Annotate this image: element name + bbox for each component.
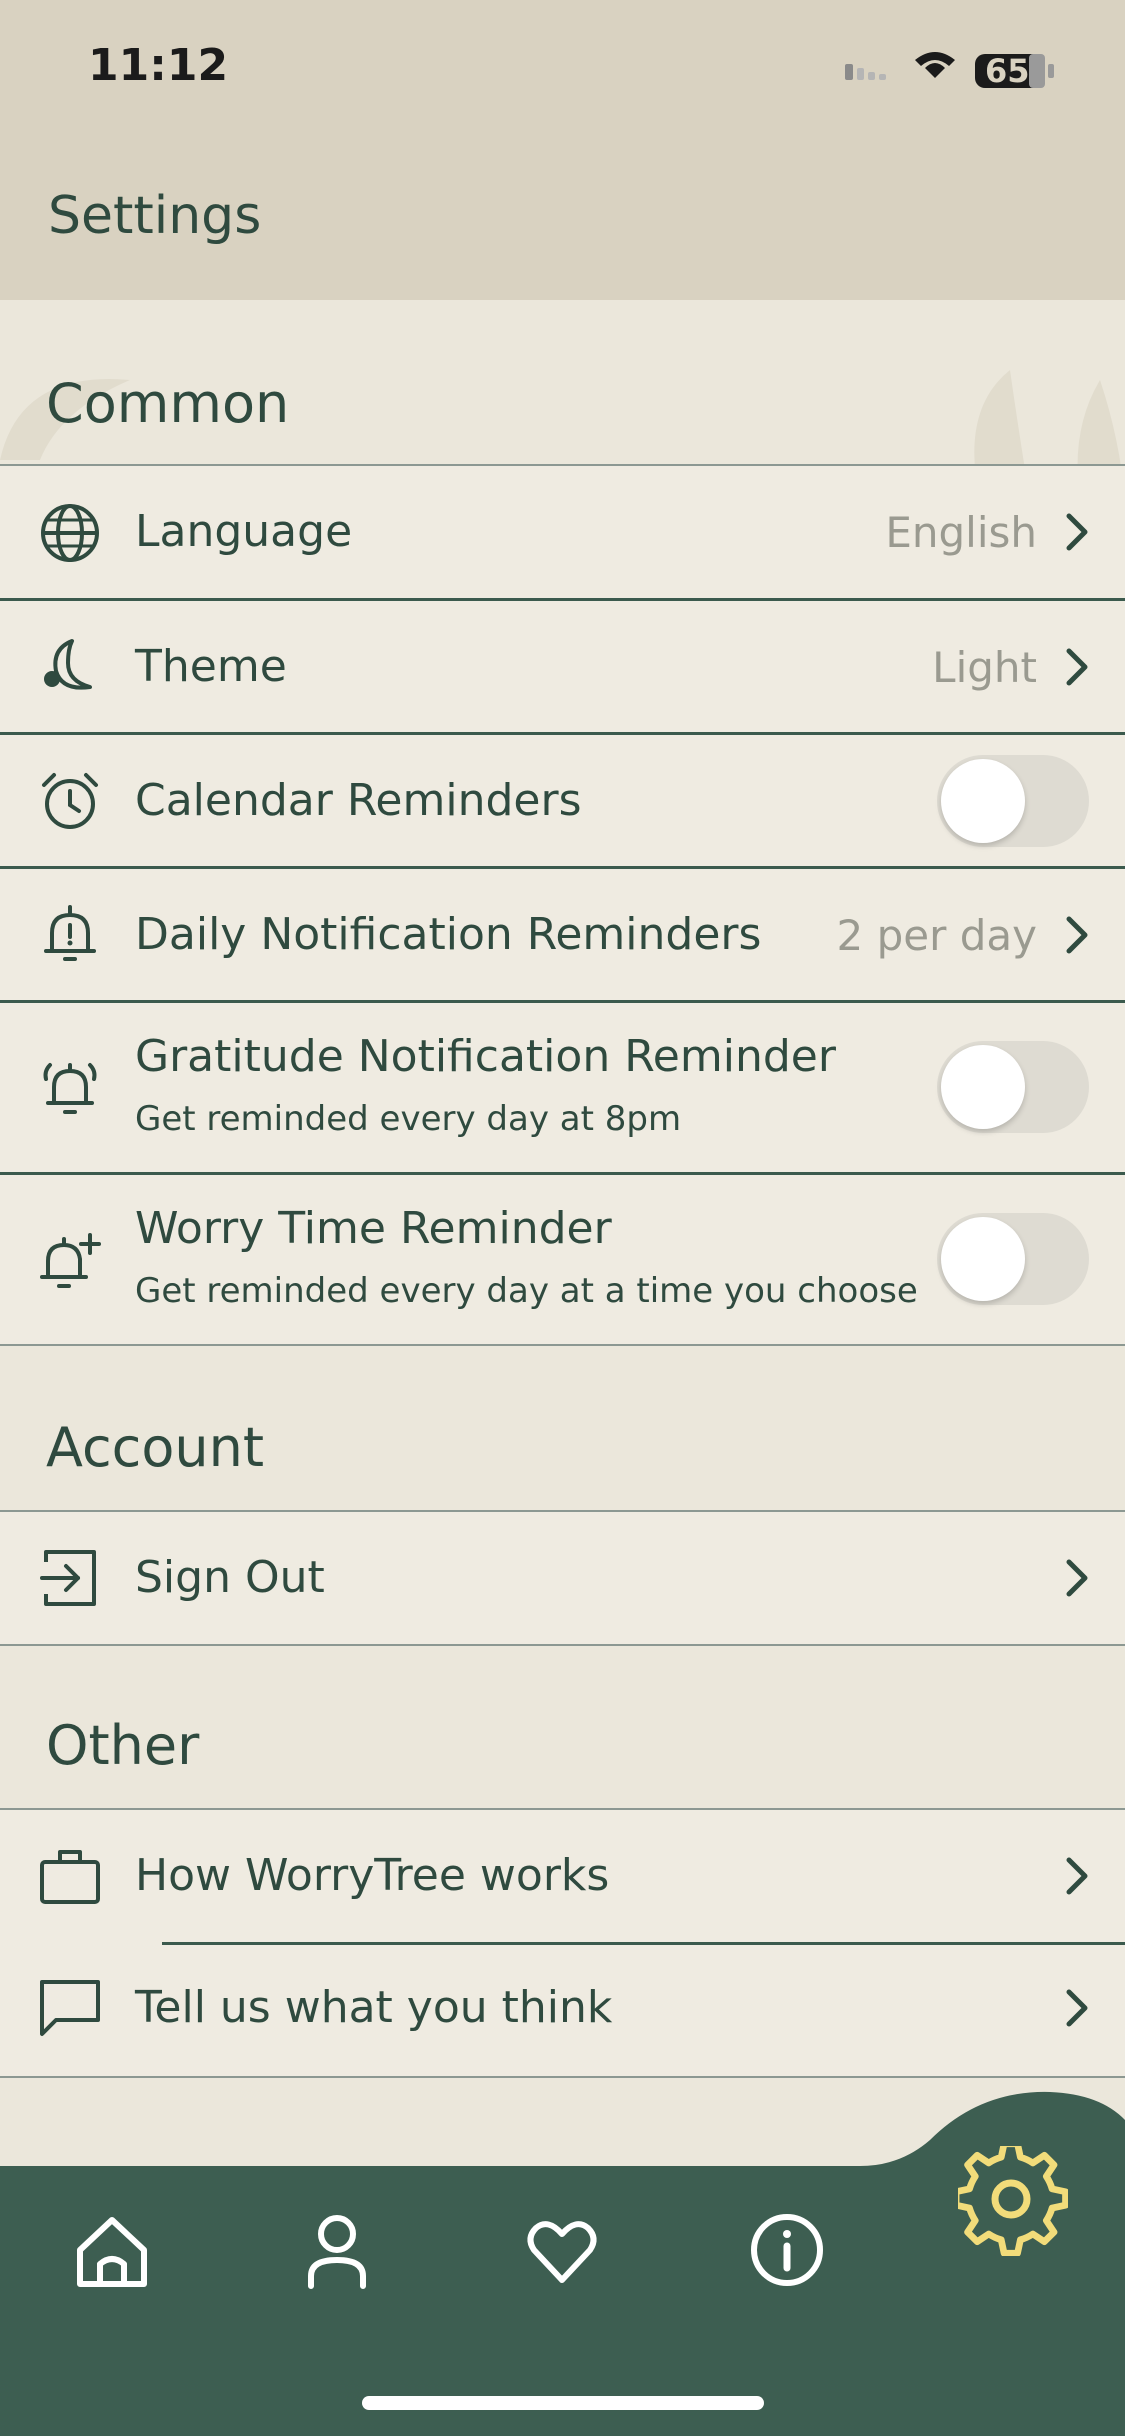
calendar-reminders-row: Calendar Reminders: [0, 732, 1125, 866]
home-icon[interactable]: [72, 2210, 152, 2290]
worry-time-label: Worry Time Reminder: [135, 1203, 612, 1254]
theme-row[interactable]: Theme Light: [0, 598, 1125, 732]
language-label: Language: [135, 506, 353, 557]
chevron-right-icon: [1066, 916, 1088, 954]
settings-content[interactable]: Common Language English Theme Light Cale…: [0, 300, 1125, 2170]
gratitude-reminder-subtitle: Get reminded every day at 8pm: [135, 1099, 682, 1139]
daily-notification-label: Daily Notification Reminders: [135, 909, 762, 960]
heart-icon[interactable]: [522, 2210, 602, 2290]
battery-level: 65: [985, 52, 1030, 90]
bell-plus-icon: [40, 1233, 101, 1288]
chevron-right-icon: [1066, 1857, 1088, 1895]
status-icons: 65: [845, 48, 1085, 90]
daily-notification-value: 2 per day: [836, 911, 1037, 960]
gratitude-reminder-label: Gratitude Notification Reminder: [135, 1031, 836, 1082]
gratitude-reminder-row: Gratitude Notification Reminder Get remi…: [0, 1000, 1125, 1172]
how-it-works-row[interactable]: How WorryTree works: [0, 1808, 1125, 1942]
signal-wifi-battery-icon: [845, 52, 1054, 88]
calendar-reminders-label: Calendar Reminders: [135, 775, 582, 826]
toggle-knob: [941, 1045, 1025, 1129]
language-value: English: [885, 508, 1037, 557]
divider: [0, 1344, 1125, 1346]
chevron-right-icon: [1066, 513, 1088, 551]
status-time: 11:12: [88, 40, 229, 91]
globe-icon: [41, 504, 99, 562]
how-it-works-label: How WorryTree works: [135, 1850, 610, 1901]
toggle-knob: [941, 1217, 1025, 1301]
page-title: Settings: [48, 186, 262, 246]
language-row[interactable]: Language English: [0, 464, 1125, 598]
header: Settings: [0, 130, 1125, 300]
worry-time-toggle[interactable]: [937, 1213, 1089, 1305]
chevron-right-icon: [1066, 1989, 1088, 2027]
divider: [162, 1942, 1125, 1945]
worry-time-row: Worry Time Reminder Get reminded every d…: [0, 1172, 1125, 1344]
home-indicator: [362, 2396, 764, 2410]
worry-time-subtitle: Get reminded every day at a time you cho…: [135, 1271, 918, 1311]
divider: [0, 1644, 1125, 1646]
gear-icon[interactable]: [958, 2146, 1068, 2256]
briefcase-icon: [40, 1850, 100, 1904]
status-bar: 11:12 65: [0, 0, 1125, 130]
calendar-reminders-toggle[interactable]: [937, 755, 1089, 847]
section-title-other: Other: [46, 1714, 200, 1777]
gratitude-reminder-toggle[interactable]: [937, 1041, 1089, 1133]
daily-notification-row[interactable]: Daily Notification Reminders 2 per day: [0, 866, 1125, 1000]
section-title-account: Account: [46, 1416, 265, 1479]
chevron-right-icon: [1066, 648, 1088, 686]
feedback-row[interactable]: Tell us what you think: [0, 1942, 1125, 2076]
chevron-right-icon: [1066, 1559, 1088, 1597]
bell-alert-icon: [44, 905, 96, 961]
alarm-clock-icon: [42, 773, 98, 829]
sign-out-row[interactable]: Sign Out: [0, 1510, 1125, 1644]
section-title-common: Common: [46, 372, 290, 435]
profile-icon[interactable]: [297, 2210, 377, 2290]
toggle-knob: [941, 759, 1025, 843]
divider: [0, 2076, 1125, 2078]
feedback-label: Tell us what you think: [135, 1982, 613, 2033]
sign-out-label: Sign Out: [135, 1552, 325, 1603]
bell-ringing-icon: [43, 1063, 97, 1114]
chat-bubble-icon: [40, 1980, 100, 2036]
theme-value: Light: [932, 643, 1037, 692]
sign-out-icon: [40, 1550, 96, 1606]
moon-icon: [44, 639, 92, 690]
info-icon[interactable]: [747, 2210, 827, 2290]
theme-label: Theme: [135, 641, 287, 692]
